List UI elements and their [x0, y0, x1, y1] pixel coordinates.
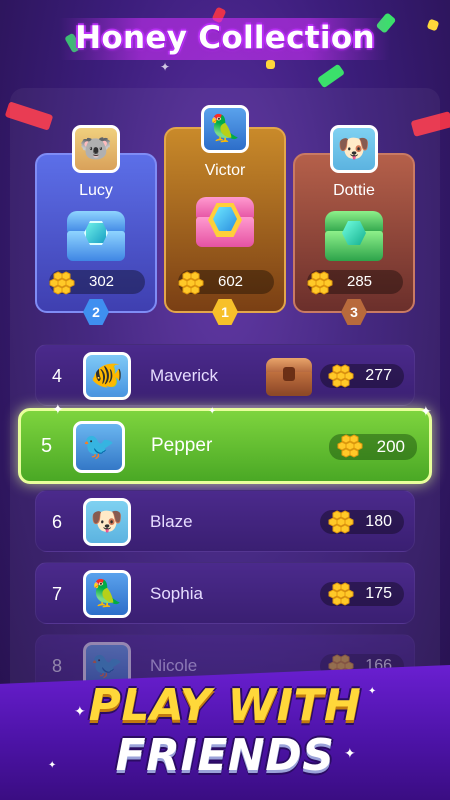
podium-rank-2[interactable]: 🐨 Lucy 302 2 — [35, 125, 157, 325]
leaderboard-row-current-player[interactable]: 5 🐦 Pepper 200 — [18, 408, 432, 484]
dog-avatar-icon: 🐶 — [83, 498, 131, 546]
podium-name: Victor — [204, 162, 246, 179]
row-player-name: Maverick — [150, 366, 219, 385]
row-player-name: Pepper — [151, 435, 213, 456]
sparkle-icon: ✦ — [52, 402, 64, 418]
honeycomb-icon — [328, 362, 354, 388]
row-player-name: Blaze — [150, 512, 193, 531]
podium-rank-1[interactable]: 🦜 Victor 602 1 — [164, 105, 286, 325]
honeycomb-icon — [307, 269, 333, 295]
gold-chest-icon — [196, 197, 254, 247]
sparkle-icon: ✦ — [160, 60, 171, 74]
honeycomb-icon — [49, 269, 75, 295]
confetti — [266, 60, 275, 69]
sparkle-icon: ✦ — [344, 746, 356, 762]
row-rank: 5 — [41, 435, 53, 457]
podium-name: Dottie — [333, 182, 375, 199]
podium-name: Lucy — [79, 182, 113, 199]
banner-subheadline: FRIENDS — [115, 730, 335, 781]
toucan-avatar-icon: 🐦 — [73, 421, 125, 473]
parrot-avatar-icon: 🦜 — [83, 570, 131, 618]
row-rank: 6 — [52, 512, 63, 532]
row-player-name: Sophia — [150, 584, 203, 603]
fish-avatar-icon: 🐠 — [83, 352, 131, 400]
honeycomb-icon — [337, 432, 363, 458]
sparkle-icon: ✦ — [420, 404, 432, 420]
sparkle-icon: ✦ — [74, 704, 86, 720]
title-bar: Honey Collection — [0, 18, 450, 60]
sparkle-icon: ✦ — [48, 760, 57, 771]
sparkle-icon: ✦ — [368, 686, 377, 697]
leaderboard-row[interactable]: 4 🐠 Maverick 277 — [35, 344, 415, 406]
page-title: Honey Collection — [59, 18, 391, 60]
row-rank: 4 — [52, 366, 63, 386]
blue-chest-icon — [67, 211, 125, 261]
leaderboard-row[interactable]: 6 🐶 Blaze 180 — [35, 490, 415, 552]
sparkle-icon: ✦ — [208, 406, 217, 417]
dog-avatar-icon: 🐶 — [330, 125, 378, 173]
podium-rank-3[interactable]: 🐶 Dottie 285 3 — [293, 125, 415, 325]
banner-headline: PLAY WITH — [88, 680, 362, 731]
green-chest-icon — [325, 211, 383, 261]
honeycomb-icon — [328, 580, 354, 606]
row-rank: 7 — [52, 584, 63, 604]
koala-avatar-icon: 🐨 — [72, 125, 120, 173]
honeycomb-icon — [328, 508, 354, 534]
parrot-avatar-icon: 🦜 — [201, 105, 249, 153]
leaderboard-row[interactable]: 7 🦜 Sophia 175 — [35, 562, 415, 624]
wooden-chest-icon — [266, 358, 312, 396]
honeycomb-icon — [178, 269, 204, 295]
